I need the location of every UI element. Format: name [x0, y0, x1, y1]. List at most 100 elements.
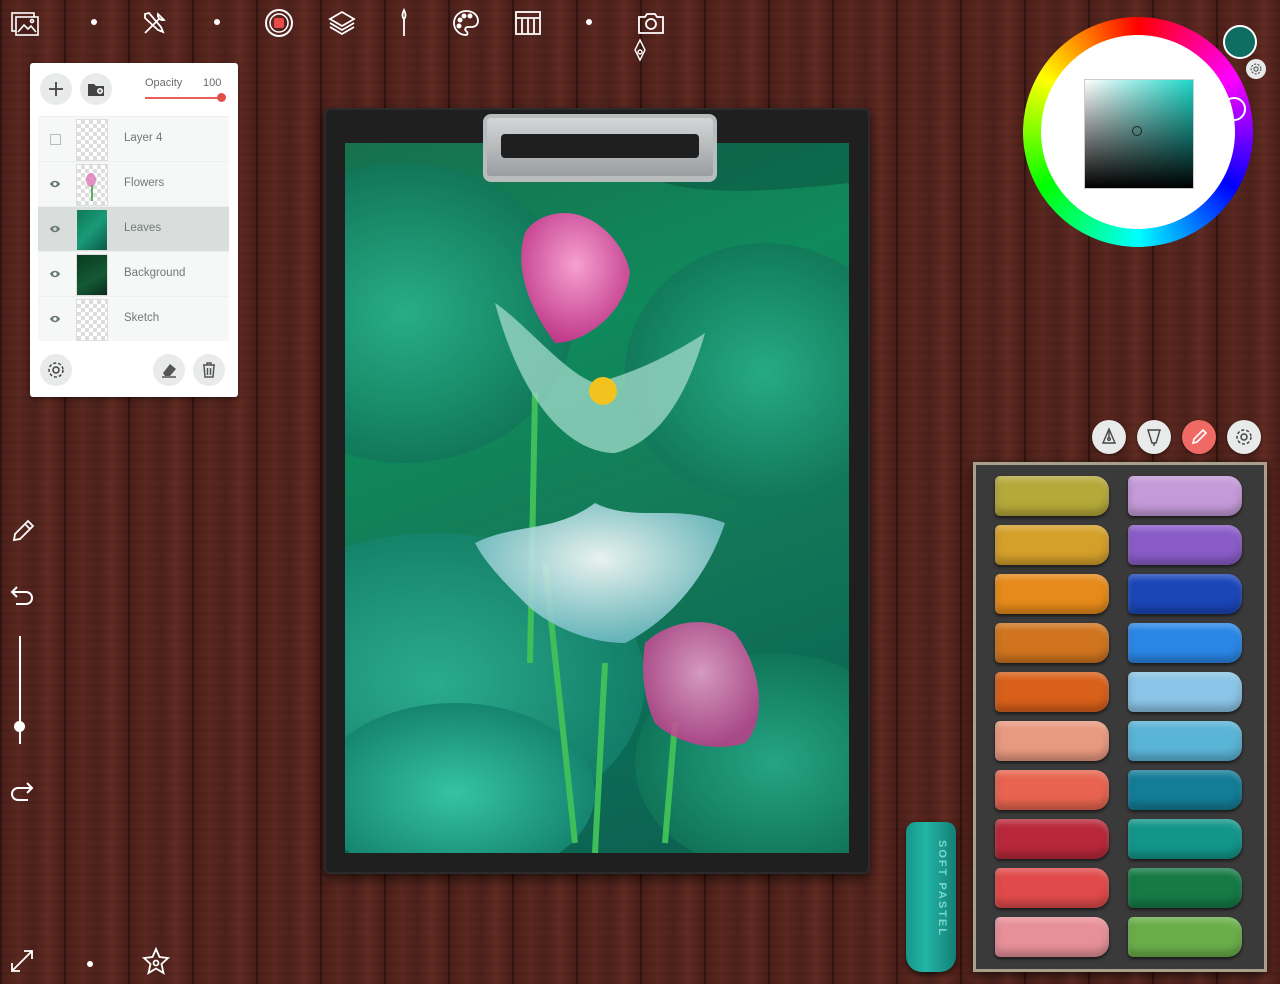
- pastel-stick[interactable]: [1128, 476, 1242, 516]
- opacity-slider-handle[interactable]: [217, 93, 226, 102]
- opacity-slider[interactable]: [145, 97, 223, 99]
- layer-name: Layer 4: [124, 132, 163, 144]
- layer-visibility-toggle[interactable]: [48, 132, 62, 146]
- eyedropper-button[interactable]: [6, 516, 38, 548]
- painting-canvas[interactable]: [345, 143, 849, 853]
- pastel-stick[interactable]: [995, 525, 1109, 565]
- stylus-indicator-icon: [631, 38, 649, 62]
- pastel-stick[interactable]: [1128, 917, 1242, 957]
- pastel-stick[interactable]: [1128, 672, 1242, 712]
- gear-icon: [1250, 63, 1262, 75]
- expand-icon: [11, 950, 33, 972]
- layers-panel: Opacity 100 Layer 4 Flowers Leaves Backg…: [30, 63, 238, 397]
- plus-icon: [49, 82, 63, 96]
- undo-button[interactable]: [6, 577, 38, 609]
- pastel-stick[interactable]: [1128, 574, 1242, 614]
- pastel-stick[interactable]: [1128, 721, 1242, 761]
- toolbar-separator: [91, 19, 97, 25]
- saturation-value-marker[interactable]: [1132, 126, 1142, 136]
- pastel-stick[interactable]: [995, 868, 1109, 908]
- layer-visibility-toggle[interactable]: [48, 312, 62, 326]
- pastel-stick[interactable]: [995, 917, 1109, 957]
- fill-mode-button[interactable]: [1137, 420, 1171, 454]
- eye-icon: [49, 315, 61, 323]
- tools-icon: [144, 11, 166, 34]
- camera-button[interactable]: [634, 6, 668, 40]
- layer-thumbnail: [76, 209, 108, 251]
- eyedropper-mode-button[interactable]: [1182, 420, 1216, 454]
- pastel-label: SOFT PASTEL: [936, 840, 948, 937]
- opacity-label: Opacity: [145, 77, 183, 89]
- layer-thumbnail: [76, 119, 108, 161]
- eraser-icon: [162, 364, 176, 378]
- settings-icon: [1236, 429, 1252, 445]
- delete-layer-button[interactable]: [193, 354, 225, 386]
- palette-button[interactable]: [449, 6, 483, 40]
- record-button[interactable]: [262, 6, 296, 40]
- lotus-painting: [345, 143, 849, 853]
- layer-name: Background: [124, 267, 186, 279]
- brush-size-handle[interactable]: [14, 721, 25, 732]
- reference-icon: [515, 11, 541, 35]
- pastel-stick[interactable]: [995, 623, 1109, 663]
- brush-settings-button[interactable]: [1227, 420, 1261, 454]
- toolbar-separator: [214, 19, 220, 25]
- pastel-stick[interactable]: [995, 721, 1109, 761]
- gallery-button[interactable]: [8, 6, 42, 40]
- pastel-stick[interactable]: [1128, 525, 1242, 565]
- opacity-value: 100: [203, 77, 222, 89]
- color-settings-button[interactable]: [1246, 59, 1266, 79]
- toolbar-separator: [87, 961, 93, 967]
- eye-icon: [49, 180, 61, 188]
- record-icon: [265, 9, 293, 37]
- layer-visibility-toggle[interactable]: [48, 177, 62, 191]
- layer-visibility-toggle[interactable]: [48, 222, 62, 236]
- layer-name: Sketch: [124, 312, 160, 324]
- reference-button[interactable]: [511, 6, 545, 40]
- pastel-stick[interactable]: [995, 574, 1109, 614]
- pastel-stick[interactable]: [1128, 623, 1242, 663]
- eyedropper-icon: [1191, 428, 1208, 445]
- hidden-checkbox-icon: [49, 133, 61, 145]
- clipboard-clip: [483, 114, 717, 182]
- gear-icon: [48, 362, 64, 378]
- layer-settings-button[interactable]: [40, 354, 72, 386]
- hue-marker[interactable]: [1222, 97, 1246, 121]
- tools-button[interactable]: [138, 6, 172, 40]
- layer-row[interactable]: Layer 4: [38, 116, 229, 161]
- star-icon: [142, 947, 170, 975]
- layer-thumbnail: [76, 299, 108, 341]
- pastel-stick[interactable]: [1128, 819, 1242, 859]
- layer-visibility-toggle[interactable]: [48, 267, 62, 281]
- folder-add-icon: [88, 84, 104, 96]
- layer-row[interactable]: Flowers: [38, 161, 229, 206]
- pastel-stick[interactable]: [995, 770, 1109, 810]
- brush-button[interactable]: [387, 6, 421, 40]
- trash-icon: [203, 362, 215, 378]
- redo-icon: [11, 782, 34, 801]
- pastel-stick[interactable]: [1128, 770, 1242, 810]
- redo-button[interactable]: [6, 773, 38, 805]
- add-layer-button[interactable]: [40, 73, 72, 105]
- layers-button[interactable]: [325, 6, 359, 40]
- layer-row[interactable]: Sketch: [38, 296, 229, 341]
- pastel-stick[interactable]: [995, 476, 1109, 516]
- current-color-swatch[interactable]: [1223, 25, 1257, 59]
- pastel-stick[interactable]: [995, 819, 1109, 859]
- pastel-stick[interactable]: [995, 672, 1109, 712]
- pen-mode-button[interactable]: [1092, 420, 1126, 454]
- clear-layer-button[interactable]: [153, 354, 185, 386]
- layer-row[interactable]: Background: [38, 251, 229, 296]
- fill-nib-icon: [1147, 429, 1161, 446]
- layer-name: Leaves: [124, 222, 162, 234]
- pastel-stick[interactable]: [1128, 868, 1242, 908]
- eyedropper-icon: [12, 519, 35, 542]
- add-group-button[interactable]: [80, 73, 112, 105]
- layer-row[interactable]: Leaves: [38, 206, 229, 251]
- camera-icon: [638, 13, 664, 34]
- eye-icon: [49, 270, 61, 278]
- favorites-button[interactable]: [140, 945, 172, 977]
- gallery-icon: [11, 12, 39, 36]
- brush-icon: [401, 8, 407, 36]
- fullscreen-button[interactable]: [6, 945, 38, 977]
